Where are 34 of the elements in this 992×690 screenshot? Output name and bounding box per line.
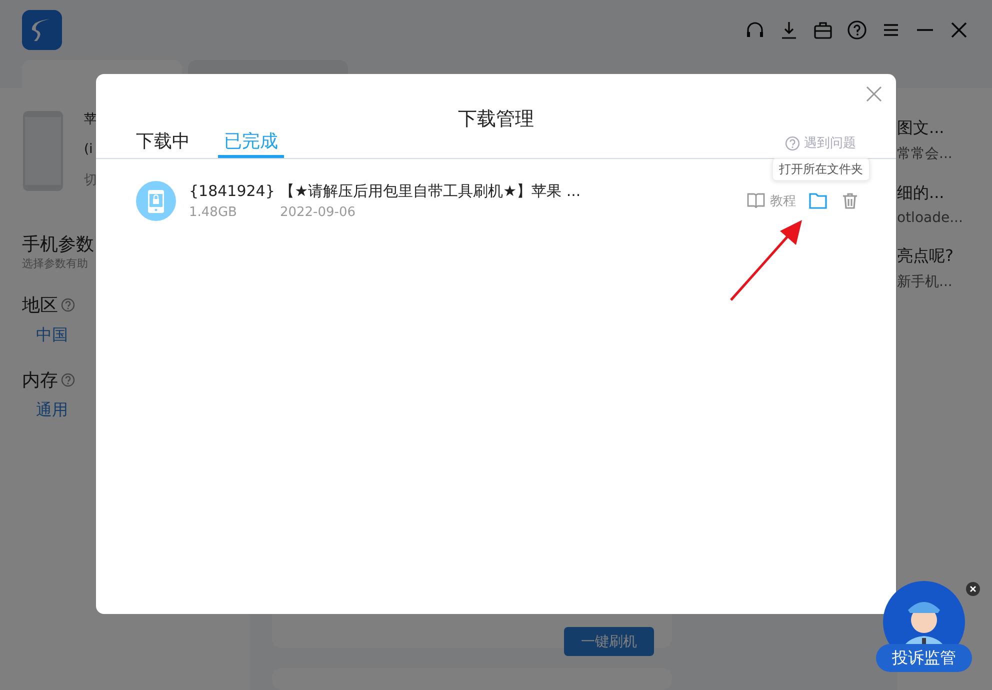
device-text: 切 xyxy=(84,172,97,189)
trash-icon[interactable] xyxy=(840,191,860,211)
folder-icon[interactable] xyxy=(808,191,828,211)
help-icon xyxy=(785,136,800,150)
tooltip: 打开所在文件夹 xyxy=(772,158,870,181)
article-summary: otloade... xyxy=(897,210,964,226)
param-label: 内存 xyxy=(22,369,58,392)
section-subtitle: 选择参数有助 xyxy=(22,256,89,271)
book-icon xyxy=(746,191,766,211)
file-name: {1841924} 【★请解压后用包里自带工具刷机★】苹果 ... xyxy=(189,182,581,201)
file-date: 2022-09-06 xyxy=(280,205,356,220)
file-size: 1.48GB xyxy=(189,205,237,220)
phone-lock-icon xyxy=(136,181,176,221)
article-title[interactable]: 亮点呢? xyxy=(897,246,992,267)
help-icon[interactable] xyxy=(846,19,868,41)
dialog-title: 下载管理 xyxy=(458,107,534,132)
article-title[interactable]: 图文... xyxy=(897,118,992,139)
section-title: 手机参数 xyxy=(22,233,95,256)
article-summary: 新手机... xyxy=(897,273,954,291)
param-label: 地区 xyxy=(22,294,58,317)
app-logo xyxy=(22,10,62,50)
article-summary: 常常会... xyxy=(897,145,954,163)
device-text: 苹 xyxy=(84,111,97,128)
device-text: (i xyxy=(84,142,94,157)
dialog-tab[interactable]: 已完成 xyxy=(218,129,284,158)
close-icon[interactable] xyxy=(966,582,980,596)
help-icon[interactable] xyxy=(61,373,75,387)
tutorial-button[interactable]: 教程 xyxy=(746,191,796,211)
briefcase-icon[interactable] xyxy=(812,19,834,41)
dialog-tab[interactable]: 下载中 xyxy=(130,129,196,158)
flash-button[interactable]: 一键刷机 xyxy=(564,627,654,656)
help-icon[interactable] xyxy=(61,298,75,312)
article-title[interactable]: 细的... xyxy=(897,183,992,204)
complaint-button[interactable]: 投诉监管 xyxy=(876,644,972,672)
